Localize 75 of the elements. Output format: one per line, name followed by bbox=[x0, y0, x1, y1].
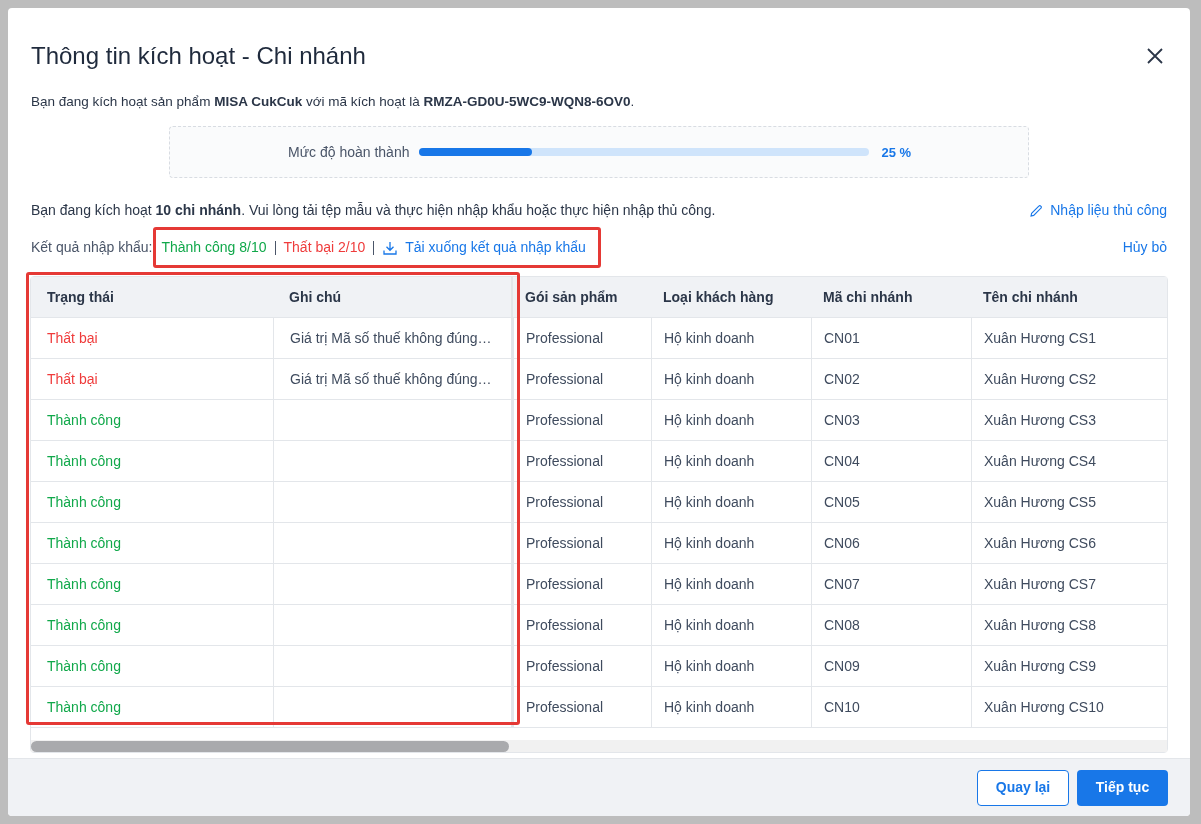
download-icon bbox=[382, 239, 399, 256]
table-cell: Professional bbox=[513, 646, 651, 687]
table-cell: Hộ kinh doanh bbox=[651, 482, 811, 523]
column-header: Tên chi nhánh bbox=[982, 287, 1079, 307]
table-cell: Professional bbox=[513, 605, 651, 646]
table-cell: CN04 bbox=[811, 441, 971, 482]
column-header: Trạng thái bbox=[46, 287, 115, 307]
table-cell: Hộ kinh doanh bbox=[651, 687, 811, 728]
table-cell: Xuân Hương CS3 bbox=[971, 400, 1167, 441]
failed-count: Thất bại 2/10 bbox=[283, 238, 366, 258]
scrollbar-thumb[interactable] bbox=[31, 740, 509, 752]
status-cell-text: Thành công bbox=[46, 615, 122, 635]
success-count: Thành công 8/10 bbox=[161, 238, 267, 258]
status-cell-text: Thành công bbox=[46, 697, 122, 717]
table-cell: Professional bbox=[513, 318, 651, 359]
table-cell: Giá trị Mã số thuế không đúng… bbox=[273, 318, 513, 359]
table-cell: Xuân Hương CS2 bbox=[971, 359, 1167, 400]
table-cell: Xuân Hương CS8 bbox=[971, 605, 1167, 646]
import-result-label: Kết quả nhập khẩu: bbox=[31, 238, 153, 258]
column-header: Ghi chú bbox=[273, 277, 513, 318]
progress-label: Mức độ hoàn thành bbox=[288, 142, 410, 162]
table-cell: Xuân Hương CS6 bbox=[971, 523, 1167, 564]
column-header: Mã chi nhánh bbox=[822, 287, 914, 307]
progress-reading: 25 % bbox=[881, 143, 912, 162]
table-cell: Xuân Hương CS9 bbox=[971, 646, 1167, 687]
table-cell: Professional bbox=[513, 564, 651, 605]
table-cell: Professional bbox=[513, 482, 651, 523]
status-cell-text: Thành công bbox=[46, 574, 122, 594]
table-cell: Hộ kinh doanh bbox=[651, 359, 811, 400]
table-cell: Xuân Hương CS5 bbox=[971, 482, 1167, 523]
table-cell: Xuân Hương CS4 bbox=[971, 441, 1167, 482]
table-cell: CN09 bbox=[811, 646, 971, 687]
next-button[interactable]: Tiếp tục bbox=[1077, 769, 1168, 806]
table-cell: Xuân Hương CS1 bbox=[971, 318, 1167, 359]
table-cell: Xuân Hương CS7 bbox=[971, 564, 1167, 605]
status-cell-text: Thành công bbox=[46, 533, 122, 553]
table-cell: Hộ kinh doanh bbox=[651, 318, 811, 359]
pencil-icon bbox=[1029, 203, 1044, 218]
dialog-title: Thông tin kích hoạt - Chi nhánh bbox=[31, 41, 366, 71]
table-cell: Giá trị Mã số thuế không đúng… bbox=[273, 359, 513, 400]
status-cell-text: Thành công bbox=[46, 410, 122, 430]
table-cell: CN05 bbox=[811, 482, 971, 523]
table-cell: Professional bbox=[513, 523, 651, 564]
table-cell: CN03 bbox=[811, 400, 971, 441]
status-cell-text: Thất bại bbox=[46, 369, 99, 389]
status-cell-text: Thành công bbox=[46, 492, 122, 512]
status-cell-text: Thành công bbox=[46, 656, 122, 676]
table-cell: CN08 bbox=[811, 605, 971, 646]
status-cell-text: Thành công bbox=[46, 451, 122, 471]
table-cell: CN06 bbox=[811, 523, 971, 564]
table-cell: Professional bbox=[513, 441, 651, 482]
table-cell: Professional bbox=[513, 687, 651, 728]
cancel-link[interactable]: Hủy bỏ bbox=[1122, 237, 1167, 259]
table-cell: Hộ kinh doanh bbox=[651, 646, 811, 687]
close-icon bbox=[1146, 47, 1164, 65]
table-cell: Professional bbox=[513, 359, 651, 400]
table-cell: Xuân Hương CS10 bbox=[971, 687, 1167, 728]
table-cell: CN10 bbox=[811, 687, 971, 728]
table-cell: Hộ kinh doanh bbox=[651, 564, 811, 605]
table-cell: Hộ kinh doanh bbox=[651, 605, 811, 646]
table-cell: Hộ kinh doanh bbox=[651, 441, 811, 482]
table-cell: Hộ kinh doanh bbox=[651, 400, 811, 441]
intro-text: Bạn đang kích hoạt sản phẩm MISA CukCuk với mã kích hoạt là RMZA-GD0U-5WC9-WQN8-6OV0. bbox=[31, 93, 636, 111]
column-header: Gói sản phẩm bbox=[524, 287, 619, 307]
status-cell-text: Thất bại bbox=[46, 328, 99, 348]
table-cell: CN07 bbox=[811, 564, 971, 605]
manual-entry-link[interactable]: Nhập liệu thủ công bbox=[1029, 200, 1167, 222]
column-header: Loại khách hàng bbox=[662, 287, 775, 307]
back-button[interactable]: Quay lại bbox=[977, 769, 1069, 806]
table-cell: CN01 bbox=[811, 318, 971, 359]
download-results-link[interactable]: Tải xuống kết quả nhập khẩu bbox=[382, 237, 586, 259]
table-cell: Hộ kinh doanh bbox=[651, 523, 811, 564]
table-cell: Professional bbox=[513, 400, 651, 441]
instruction-text: Bạn đang kích hoạt 10 chi nhánh. Vui lòng tải tệp mẫu và thực hiện nhập khẩu hoặc thực hiện nhập thủ công. bbox=[31, 201, 716, 221]
table-cell: CN02 bbox=[811, 359, 971, 400]
